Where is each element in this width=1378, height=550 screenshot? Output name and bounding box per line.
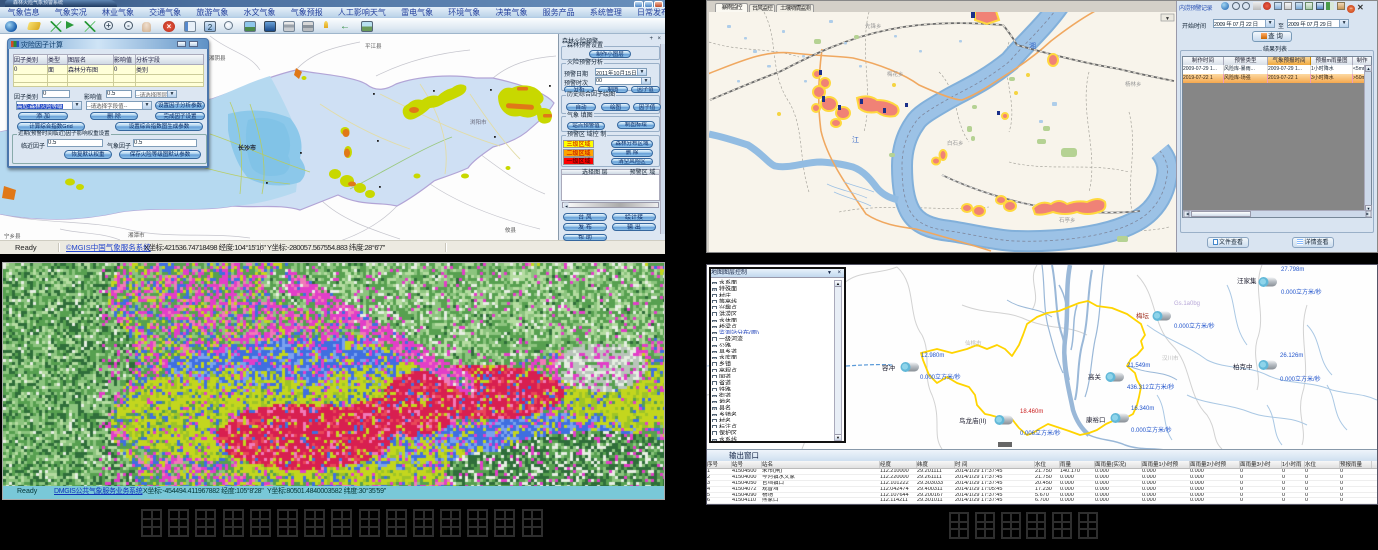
svg-text:汉川市: 汉川市	[1162, 354, 1179, 362]
svg-text:21.549m: 21.549m	[1127, 363, 1150, 369]
svg-text:18.460m: 18.460m	[1020, 409, 1043, 415]
svg-text:16.340m: 16.340m	[1131, 406, 1154, 412]
svg-text:0.000立方米/秒: 0.000立方米/秒	[920, 373, 961, 381]
svg-text:▼: ▼	[1165, 16, 1170, 22]
svg-text:鸟龙庙(II): 鸟龙庙(II)	[959, 416, 986, 425]
svg-text:0.000立方米/秒: 0.000立方米/秒	[1281, 288, 1322, 296]
svg-text:12.980m: 12.980m	[921, 353, 944, 359]
svg-text:容冲: 容冲	[882, 363, 896, 372]
svg-text:湘: 湘	[1029, 41, 1036, 50]
svg-text:宁乡县: 宁乡县	[4, 232, 21, 240]
svg-text:柏克中: 柏克中	[1233, 362, 1253, 371]
svg-text:平江县: 平江县	[365, 43, 382, 50]
svg-text:梅坛: 梅坛	[1136, 311, 1150, 320]
svg-text:江: 江	[852, 136, 859, 144]
svg-text:杨林乡: 杨林乡	[1125, 80, 1142, 88]
svg-text:石亭乡: 石亭乡	[1059, 216, 1076, 224]
svg-text:0.000立方米/秒: 0.000立方米/秒	[1174, 322, 1215, 330]
svg-text:0.006立方米/秒: 0.006立方米/秒	[1020, 429, 1061, 437]
svg-text:湘潭市: 湘潭市	[128, 231, 145, 239]
svg-text:先锋乡: 先锋乡	[865, 22, 882, 30]
svg-text:长沙市: 长沙市	[238, 144, 256, 152]
svg-text:汪家集: 汪家集	[1237, 276, 1257, 285]
svg-text:康裕口: 康裕口	[1086, 415, 1106, 424]
svg-text:0.000立方米/秒: 0.000立方米/秒	[1280, 375, 1321, 383]
svg-text:高关: 高关	[1088, 372, 1102, 381]
svg-text:26.126m: 26.126m	[1280, 353, 1303, 359]
svg-text:Gs.1a0bg: Gs.1a0bg	[1174, 301, 1200, 307]
svg-text:攸县: 攸县	[505, 226, 517, 234]
svg-text:白石乡: 白石乡	[947, 139, 964, 147]
svg-text:436.312立方米/秒: 436.312立方米/秒	[1127, 383, 1174, 391]
svg-text:27.798m: 27.798m	[1281, 267, 1304, 273]
svg-text:0.000立方米/秒: 0.000立方米/秒	[1131, 426, 1172, 434]
svg-text:浏阳市: 浏阳市	[470, 118, 487, 126]
svg-text:湘阴县: 湘阴县	[209, 54, 226, 62]
svg-text:仙桃市: 仙桃市	[965, 339, 982, 347]
svg-text:梅花乡: 梅花乡	[887, 70, 904, 78]
